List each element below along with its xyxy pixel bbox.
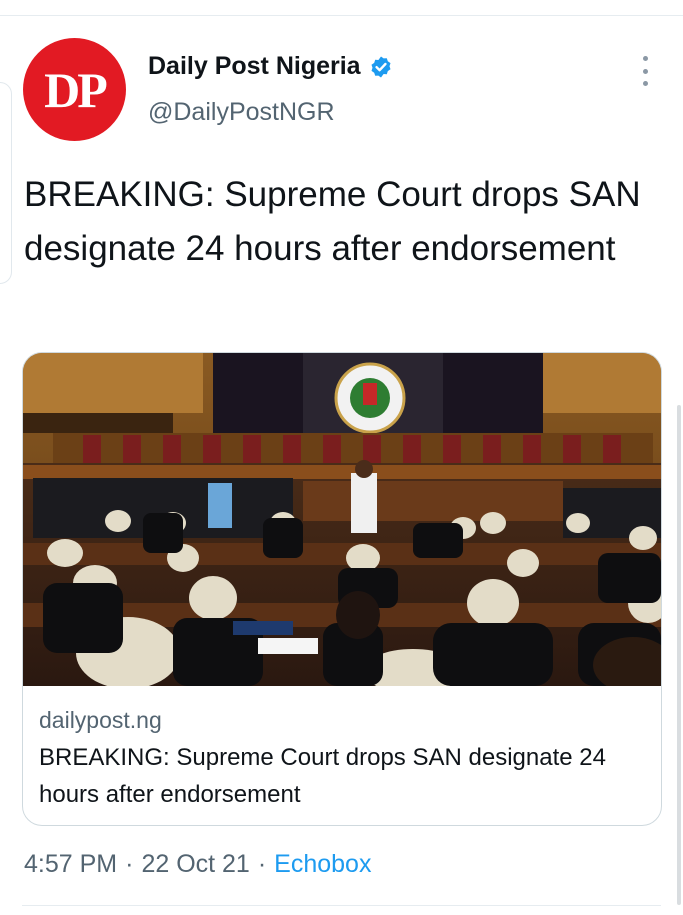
more-options-icon[interactable] [635,56,655,86]
metadata-separator: · [257,850,267,878]
tweet-date[interactable]: 22 Oct 21 [141,850,249,879]
avatar[interactable]: DP [23,38,126,141]
author-name-row[interactable]: Daily Post Nigeria [148,52,393,81]
author-handle[interactable]: @DailyPostNGR [148,98,335,127]
tweet-text: BREAKING: Supreme Court drops SAN design… [24,175,641,268]
link-card[interactable]: dailypost.ng BREAKING: Supreme Court dro… [22,352,662,826]
verified-badge-icon [371,56,391,77]
scrollbar[interactable] [677,405,681,905]
adjacent-panel-edge [0,82,12,284]
tweet-time[interactable]: 4:57 PM [24,850,117,879]
bottom-divider [22,905,661,906]
avatar-logo-text: DP [44,61,108,118]
link-card-title: BREAKING: Supreme Court drops SAN design… [39,744,606,808]
link-card-meta: dailypost.ng BREAKING: Supreme Court dro… [39,705,645,813]
courtroom-photo[interactable] [23,353,661,686]
link-card-domain: dailypost.ng [39,707,162,733]
author-display-name[interactable]: Daily Post Nigeria [148,52,361,81]
metadata-separator: · [125,850,134,878]
top-divider [0,15,683,16]
tweet-metadata: 4:57 PM · 22 Oct 21 · Echobox [24,850,371,879]
tweet-source-link[interactable]: Echobox [274,850,371,879]
